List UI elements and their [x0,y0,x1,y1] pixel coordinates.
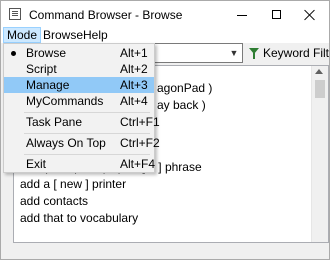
list-item[interactable]: add contacts [20,193,88,210]
menu-item-shortcut: Alt+4 [120,94,148,108]
minimize-icon [237,15,247,16]
mode-menu-item-script[interactable]: Script Alt+2 [4,61,154,77]
search-combobox[interactable]: ▼ [151,43,243,63]
keyword-filter-button[interactable]: Keyword Filter [245,44,330,62]
menu-separator [24,154,150,155]
mode-menu-item-browse[interactable]: Browse Alt+1 [4,45,154,61]
title-bar[interactable]: Command Browser - Browse [1,1,329,29]
menu-bar: Mode Browse Help [1,27,329,43]
status-bar [1,243,329,259]
menu-item-label: Script [26,62,57,76]
menu-item-label: Manage [26,78,70,92]
mode-menu-item-manage[interactable]: Manage Alt+3 [4,77,154,93]
menu-help[interactable]: Help [80,27,111,43]
list-item[interactable]: add a [ new ] printer [20,176,126,193]
command-browser-window: Command Browser - Browse Mode Browse Hel… [0,0,330,260]
minimize-button[interactable] [223,1,259,29]
close-icon [304,9,316,21]
funnel-icon [249,48,259,59]
maximize-button[interactable] [259,1,295,29]
list-item[interactable]: agonPad ) [157,80,212,97]
menu-item-label: MyCommands [26,94,104,108]
vertical-scrollbar[interactable] [311,66,328,242]
mode-menu-item-always-on-top[interactable]: Always On Top Ctrl+F2 [4,135,160,151]
chevron-down-icon[interactable]: ▼ [228,46,240,60]
mode-menu-dropdown: Browse Alt+1 Script Alt+2 Manage Alt+3 M… [3,43,160,173]
menu-separator [24,112,150,113]
scroll-thumb[interactable] [315,80,325,98]
scroll-up-icon[interactable] [315,69,323,74]
menu-item-shortcut: Alt+3 [120,78,148,92]
menu-item-shortcut: Alt+2 [120,62,148,76]
menu-item-shortcut: Alt+F4 [120,157,156,171]
menu-item-label: Always On Top [26,136,106,150]
mode-menu-item-exit[interactable]: Exit Alt+F4 [4,156,156,172]
window-title: Command Browser - Browse [29,8,183,22]
list-item[interactable]: ay back ) [157,97,206,114]
menu-item-label: Task Pane [26,115,83,129]
keyword-filter-label: Keyword Filter [263,46,330,60]
menu-item-label: Exit [26,157,47,171]
mode-menu-item-mycommands[interactable]: MyCommands Alt+4 [4,93,154,109]
menu-item-shortcut: Alt+1 [120,46,148,60]
menu-item-shortcut: Ctrl+F1 [120,115,160,129]
menu-item-shortcut: Ctrl+F2 [120,136,160,150]
menu-separator [24,133,150,134]
close-button[interactable] [293,1,329,29]
list-item[interactable]: add that to vocabulary [20,210,138,227]
menu-mode[interactable]: Mode [3,27,42,43]
app-window-icon [9,8,21,20]
mode-menu-item-task-pane[interactable]: Task Pane Ctrl+F1 [4,114,160,130]
menu-item-label: Browse [26,46,67,60]
maximize-icon [272,10,281,19]
radio-bullet-icon [11,51,16,56]
